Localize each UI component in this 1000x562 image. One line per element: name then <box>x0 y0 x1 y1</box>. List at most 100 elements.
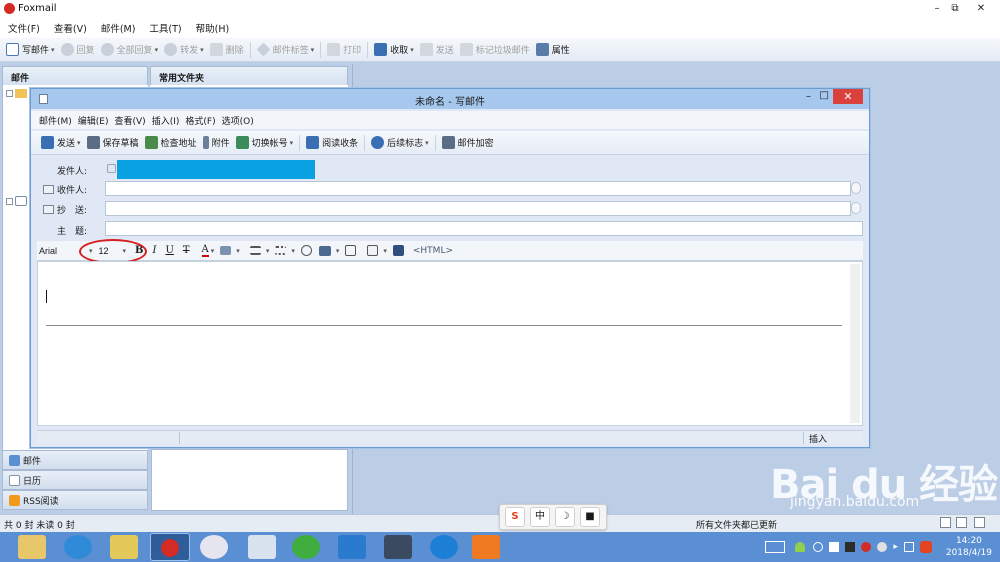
explorer-icon[interactable] <box>18 535 46 559</box>
layout-icon[interactable] <box>940 517 951 528</box>
follow-up-flag-button[interactable]: 后续标志 ▾ <box>371 136 429 149</box>
moon-icon[interactable]: ☽ <box>555 507 575 527</box>
list-icon[interactable] <box>275 246 287 255</box>
tray-icon[interactable] <box>845 542 856 552</box>
from-account-field[interactable] <box>117 160 315 179</box>
nav-mail[interactable]: 邮件 <box>2 450 148 470</box>
reply-button[interactable]: 回复 <box>60 43 95 56</box>
print-button[interactable]: 打印 <box>327 43 361 56</box>
chevron-down-icon[interactable]: ▾ <box>266 247 270 255</box>
cc-input[interactable] <box>105 201 851 216</box>
chevron-down-icon[interactable]: ▾ <box>291 247 295 255</box>
restore-button[interactable]: ⧉ <box>946 1 964 16</box>
presentation-icon[interactable] <box>472 535 500 559</box>
ime-mode-button[interactable]: 中 <box>530 507 550 527</box>
k-app-icon[interactable] <box>430 535 458 559</box>
compose-menu-edit[interactable]: 编辑(E) <box>78 114 109 127</box>
tray-icon[interactable] <box>829 542 840 552</box>
encrypt-button[interactable]: 邮件加密 <box>441 136 494 149</box>
align-icon[interactable] <box>249 246 261 255</box>
font-color-button[interactable]: A <box>201 244 209 257</box>
ime-tray-icon[interactable] <box>903 542 914 552</box>
compose-minimize-button[interactable]: – <box>806 91 811 102</box>
emoji-icon[interactable] <box>300 245 312 256</box>
menu-tools[interactable]: 工具(T) <box>149 21 181 35</box>
compose-maximize-button[interactable]: □ <box>820 90 829 101</box>
mark-spam-button[interactable]: 标记垃圾邮件 <box>459 43 530 56</box>
address-book-icon[interactable] <box>43 205 54 214</box>
calculator-icon[interactable] <box>248 535 276 559</box>
menu-mail[interactable]: 邮件(M) <box>101 21 136 35</box>
sogou-tray-icon[interactable] <box>919 541 932 553</box>
foxmail-taskbar-button[interactable] <box>150 533 190 561</box>
wifi-icon[interactable] <box>795 542 806 552</box>
compose-menu-view[interactable]: 查看(V) <box>115 114 146 127</box>
message-body-editor[interactable] <box>37 261 863 426</box>
tray-icon[interactable] <box>813 542 824 552</box>
close-button[interactable]: ✕ <box>972 1 990 16</box>
layout-icon[interactable] <box>956 517 967 528</box>
magnifier-icon[interactable] <box>200 535 228 559</box>
minimize-button[interactable]: – <box>928 1 946 16</box>
check-address-button[interactable]: 检查地址 <box>144 136 197 149</box>
skin-icon[interactable]: ■ <box>580 507 600 527</box>
screenshot-icon[interactable] <box>345 245 357 256</box>
tree-expand-icon[interactable] <box>6 198 13 205</box>
mail-tag-button[interactable]: 邮件标签 ▾ <box>256 42 314 57</box>
to-input[interactable] <box>105 181 851 196</box>
reply-all-button[interactable]: 全部回复 ▾ <box>100 43 158 56</box>
read-receipt-button[interactable]: 阅读收条 <box>306 136 358 149</box>
volume-icon[interactable]: ▸ <box>893 542 898 552</box>
format-brush-icon[interactable] <box>392 245 404 256</box>
insert-icon[interactable] <box>367 245 379 256</box>
keyboard-icon[interactable] <box>765 541 786 553</box>
html-mode-button[interactable]: <HTML> <box>413 246 453 256</box>
editor-scrollbar[interactable] <box>850 264 860 423</box>
network-app-icon[interactable] <box>292 535 320 559</box>
send-button[interactable]: 发送 <box>419 43 454 56</box>
tree-expand-icon[interactable] <box>6 90 13 97</box>
address-book-icon[interactable] <box>43 185 54 194</box>
properties-button[interactable]: 属性 <box>535 43 570 56</box>
image-icon[interactable] <box>318 245 331 256</box>
compose-menu-mail[interactable]: 邮件(M) <box>39 114 72 127</box>
compose-send-button[interactable]: 发送 ▾ <box>41 136 81 149</box>
folder-icon[interactable] <box>110 535 138 559</box>
italic-button[interactable]: I <box>152 245 156 256</box>
cc-scroll-icon[interactable] <box>851 202 861 214</box>
nav-calendar[interactable]: 日历 <box>2 470 148 490</box>
apps-icon[interactable] <box>338 535 366 559</box>
compose-close-button[interactable]: ✕ <box>833 89 863 104</box>
compose-menu-format[interactable]: 格式(F) <box>185 114 215 127</box>
chevron-down-icon[interactable]: ▾ <box>336 247 340 255</box>
underline-button[interactable]: U <box>165 245 173 256</box>
chevron-down-icon[interactable]: ▾ <box>383 247 387 255</box>
tray-icon[interactable] <box>877 542 888 552</box>
ie-icon[interactable] <box>64 535 92 559</box>
menu-help[interactable]: 帮助(H) <box>196 21 230 35</box>
highlight-icon[interactable] <box>220 246 232 255</box>
attachment-button[interactable]: 附件 <box>202 136 230 149</box>
save-draft-button[interactable]: 保存草稿 <box>86 136 139 149</box>
strikethrough-button[interactable]: T <box>183 245 190 256</box>
receive-button[interactable]: 收取 ▾ <box>374 43 414 56</box>
compose-menu-insert[interactable]: 插入(I) <box>152 114 180 127</box>
favorites-panel-header: 常用文件夹 <box>150 66 348 86</box>
clock[interactable]: 14:20 2018/4/19 <box>946 535 992 559</box>
layout-icon[interactable] <box>974 517 985 528</box>
to-scroll-icon[interactable] <box>851 182 861 194</box>
compose-menu-options[interactable]: 选项(O) <box>222 114 254 127</box>
switch-account-button[interactable]: 切换帐号 ▾ <box>235 136 293 149</box>
video-icon[interactable] <box>384 535 412 559</box>
compose-button[interactable]: 写邮件 ▾ <box>6 43 55 56</box>
foxmail-tray-icon[interactable] <box>861 542 872 552</box>
subject-input[interactable] <box>105 221 863 236</box>
delete-button[interactable]: 删除 <box>209 43 244 56</box>
menu-file[interactable]: 文件(F) <box>8 21 40 35</box>
sogou-icon[interactable]: S <box>505 507 525 527</box>
forward-button[interactable]: 转发 ▾ <box>164 43 204 56</box>
menu-view[interactable]: 查看(V) <box>54 21 87 35</box>
nav-rss[interactable]: RSS阅读 <box>2 490 148 510</box>
chevron-down-icon[interactable]: ▾ <box>236 247 240 255</box>
chevron-down-icon[interactable]: ▾ <box>211 247 215 255</box>
